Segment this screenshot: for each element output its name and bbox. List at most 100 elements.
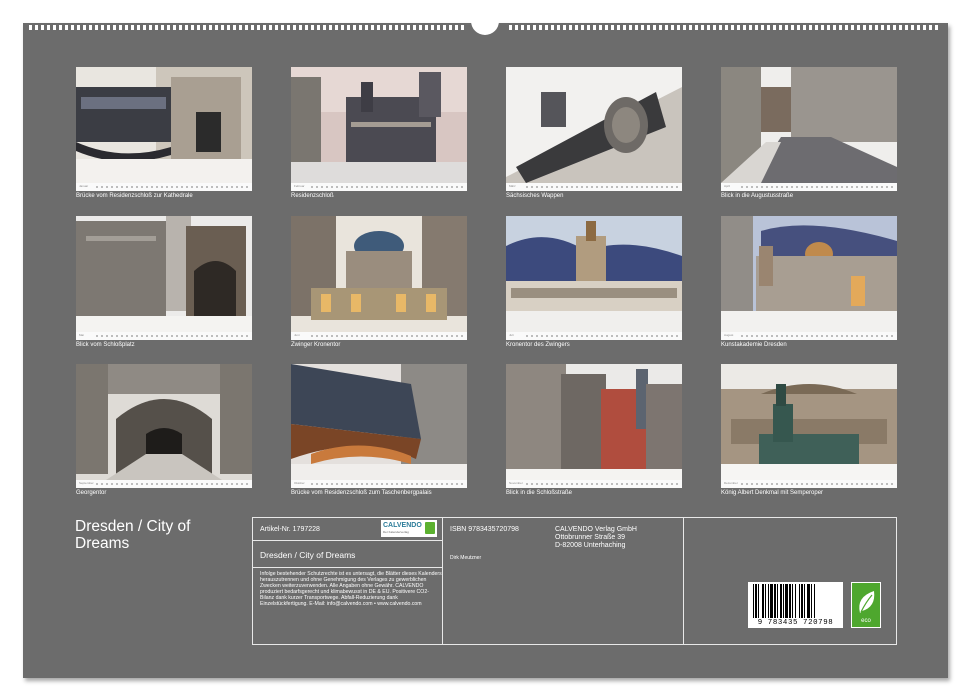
month-strip: Juli: [506, 332, 682, 340]
binding-hole: [725, 25, 728, 30]
month-strip: April: [721, 183, 897, 191]
binding-hole: [917, 25, 920, 30]
binding-hole: [431, 25, 434, 30]
binding-hole: [569, 25, 572, 30]
binding-hole: [701, 25, 704, 30]
binding-hole: [533, 25, 536, 30]
binding-hole: [689, 25, 692, 30]
calendar-title: Dresden / City of Dreams: [75, 518, 191, 552]
photo-thumbnail[interactable]: Dezember: [721, 364, 897, 488]
binding-hole: [461, 25, 464, 30]
photo-thumbnail[interactable]: April: [721, 67, 897, 191]
binding-hole: [305, 25, 308, 30]
publisher-street: Ottobrunner Straße 39: [555, 534, 626, 541]
binding-hole: [335, 25, 338, 30]
binding-hole: [179, 25, 182, 30]
logo-text: CALVENDO: [383, 522, 422, 529]
binding-hole: [809, 25, 812, 30]
binding-hole: [509, 25, 512, 30]
binding-hole: [857, 25, 860, 30]
month-label: Juni: [294, 333, 300, 337]
month-label: November: [509, 481, 523, 485]
binding-hole: [605, 25, 608, 30]
photo-thumbnail[interactable]: August: [721, 216, 897, 340]
binding-hole: [251, 25, 254, 30]
photo-thumbnail[interactable]: Juni: [291, 216, 467, 340]
binding-hole: [233, 25, 236, 30]
binding-hole: [767, 25, 770, 30]
binding-hole: [125, 25, 128, 30]
binding-hole: [521, 25, 524, 30]
binding-hole: [371, 25, 374, 30]
binding-hole: [593, 25, 596, 30]
binding-hole: [203, 25, 206, 30]
binding-hole: [257, 25, 260, 30]
binding-hole: [743, 25, 746, 30]
photo-caption: Brücke vom Residenzschloß zur Kathedrale: [76, 193, 193, 199]
binding-hole: [731, 25, 734, 30]
binding-hole: [671, 25, 674, 30]
article-number: Artikel-Nr. 1797228: [260, 526, 320, 533]
binding-hole: [557, 25, 560, 30]
binding-hole: [419, 25, 422, 30]
binding-hole: [797, 25, 800, 30]
photo-bridge-cathedral: [76, 67, 252, 183]
binding-hole: [755, 25, 758, 30]
photo-thumbnail[interactable]: Januar: [76, 67, 252, 191]
photo-caption: Kunstakademie Dresden: [721, 342, 787, 348]
binding-hole: [749, 25, 752, 30]
binding-hole: [683, 25, 686, 30]
binding-hole: [659, 25, 662, 30]
photo-kronentor: [506, 216, 682, 332]
month-label: April: [724, 184, 731, 188]
binding-hole: [551, 25, 554, 30]
binding-hole: [293, 25, 296, 30]
binding-hole: [173, 25, 176, 30]
binding-hole: [839, 25, 842, 30]
binding-hole: [215, 25, 218, 30]
photo-caption: Zwinger Kronentor: [291, 342, 341, 348]
publisher-name: CALVENDO Verlag GmbH: [555, 526, 637, 533]
photo-caption: Brücke vom Residenzschloß zum Taschenber…: [291, 490, 432, 496]
binding-hole: [353, 25, 356, 30]
binding-hole: [623, 25, 626, 30]
binding-hole: [275, 25, 278, 30]
binding-hole: [881, 25, 884, 30]
binding-hole: [155, 25, 158, 30]
binding-hole: [287, 25, 290, 30]
binding-hole: [443, 25, 446, 30]
photo-thumbnail[interactable]: September: [76, 364, 252, 488]
leaf-icon: [425, 522, 435, 534]
binding-hole: [653, 25, 656, 30]
binding-hole: [167, 25, 170, 30]
month-strip: März: [506, 183, 682, 191]
photo-residenzschloss: [291, 67, 467, 183]
binding-hole: [935, 25, 938, 30]
binding-hole: [695, 25, 698, 30]
barcode-bars: [753, 584, 815, 618]
info-panel: Artikel-Nr. 1797228 CALVENDO Der Kalende…: [252, 517, 897, 645]
photo-kunstakademie: [721, 216, 897, 332]
photo-thumbnail[interactable]: März: [506, 67, 682, 191]
photo-caption: Blick in die Augustusstraße: [721, 193, 794, 199]
binding-hole: [641, 25, 644, 30]
logo-subtitle: Der Kalenderverlag: [383, 530, 409, 534]
month-strip: Januar: [76, 183, 252, 191]
month-strip: Oktober: [291, 480, 467, 488]
binding-hole: [239, 25, 242, 30]
photo-thumbnail[interactable]: Juli: [506, 216, 682, 340]
binding-hole: [113, 25, 116, 30]
binding-hole: [29, 25, 32, 30]
photo-thumbnail[interactable]: Mai: [76, 216, 252, 340]
photo-thumbnail[interactable]: Februar: [291, 67, 467, 191]
photo-thumbnail[interactable]: Oktober: [291, 364, 467, 488]
binding-hole: [515, 25, 518, 30]
binding-hole: [83, 25, 86, 30]
binding-hole: [227, 25, 230, 30]
binding-hole: [719, 25, 722, 30]
photo-caption: Sächsisches Wappen: [506, 193, 564, 199]
binding-hole: [437, 25, 440, 30]
binding-hole: [245, 25, 248, 30]
photo-thumbnail[interactable]: November: [506, 364, 682, 488]
binding-hole: [53, 25, 56, 30]
